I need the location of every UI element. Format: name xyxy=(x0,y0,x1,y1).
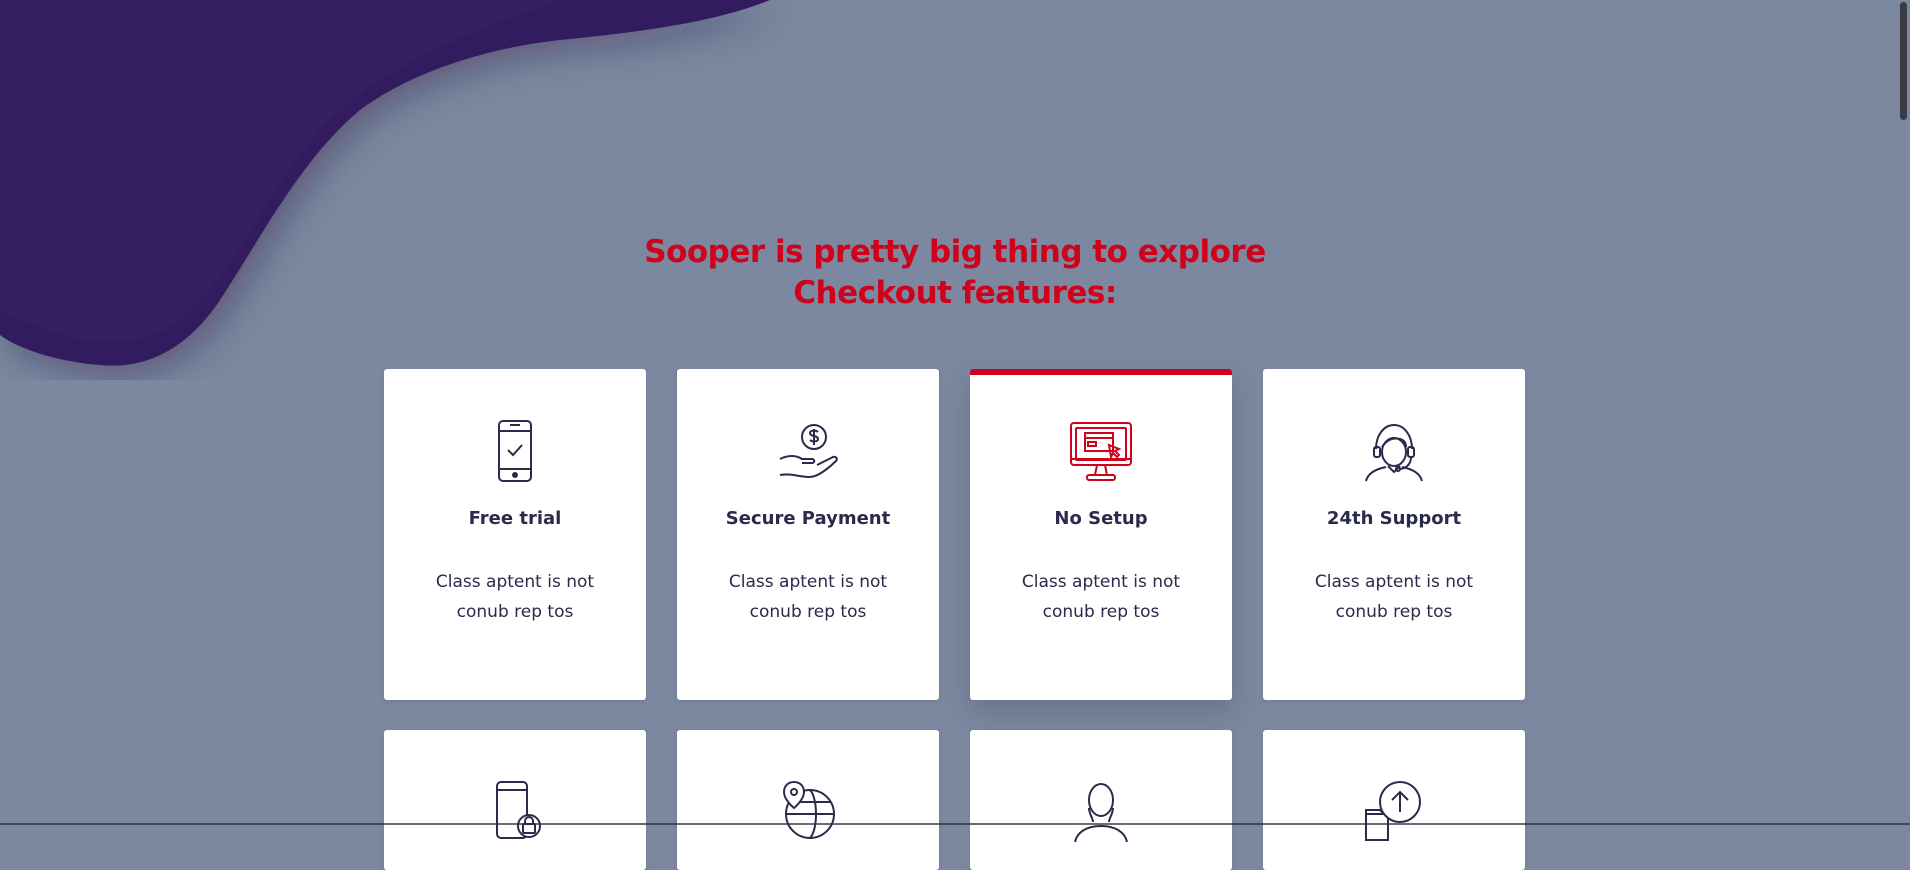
feature-card-row2-1[interactable] xyxy=(384,730,646,870)
section-title-line-2: Checkout features: xyxy=(793,275,1117,311)
feature-card-row2-3[interactable] xyxy=(970,730,1232,870)
feature-card-row2-4[interactable] xyxy=(1263,730,1525,870)
section-title-line-1: Sooper is pretty big thing to explore xyxy=(644,234,1266,270)
feature-description: Class aptent is not conub rep tos xyxy=(1021,572,1181,622)
feature-title: Secure Payment xyxy=(725,508,891,529)
user-profile-icon xyxy=(1074,783,1128,843)
globe-location-icon xyxy=(782,780,835,839)
page-scrollbar[interactable] xyxy=(1896,0,1910,825)
feature-title: No Setup xyxy=(1054,508,1148,529)
section-title: Sooper is pretty big thing to explore Ch… xyxy=(0,232,1910,314)
feature-title: 24th Support xyxy=(1326,508,1462,529)
feature-title: Free trial xyxy=(468,508,562,529)
support-agent-icon xyxy=(1365,423,1423,482)
hand-coin-icon xyxy=(779,424,838,479)
smartphone-check-icon xyxy=(498,420,532,482)
feature-description: Class aptent is not conub rep tos xyxy=(435,572,595,622)
feature-description: Class aptent is not conub rep tos xyxy=(1314,572,1474,622)
scrollbar-thumb[interactable] xyxy=(1900,2,1907,120)
feature-card-secure-payment[interactable]: Secure Payment Class aptent is not conub… xyxy=(677,369,939,700)
feature-description: Class aptent is not conub rep tos xyxy=(728,572,888,622)
feature-card-no-setup[interactable]: No Setup Class aptent is not conub rep t… xyxy=(970,369,1232,700)
mobile-lock-icon xyxy=(496,781,541,839)
feature-card-row2-2[interactable] xyxy=(677,730,939,870)
feature-card-24th-support[interactable]: 24th Support Class aptent is not conub r… xyxy=(1263,369,1525,700)
monitor-click-icon xyxy=(1070,422,1132,481)
feature-card-free-trial[interactable]: Free trial Class aptent is not conub rep… xyxy=(384,369,646,700)
upload-folder-icon xyxy=(1365,781,1421,841)
decorative-blob xyxy=(0,0,770,366)
